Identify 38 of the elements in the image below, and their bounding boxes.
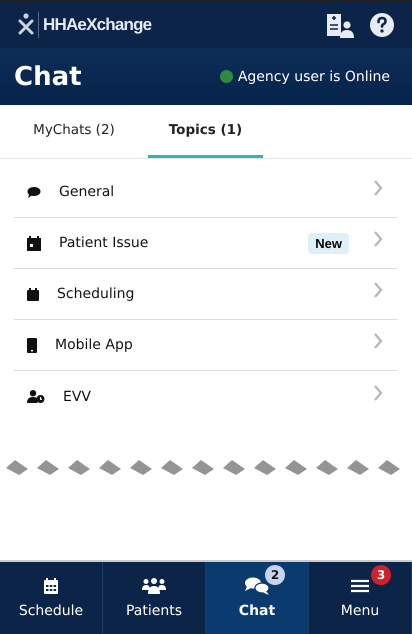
topic-label: Patient Issue	[59, 235, 150, 251]
count-badge: 3	[371, 565, 391, 585]
speech-bubble-icon	[27, 186, 41, 198]
chevron-right-icon	[373, 384, 383, 400]
nav-item[interactable]: 3 Menu	[309, 562, 412, 634]
new-badge: New	[308, 232, 349, 254]
topic-item[interactable]: Scheduling	[14, 269, 397, 320]
page-title: Chat	[14, 62, 82, 92]
nav-item[interactable]: 2 Chat	[206, 562, 309, 634]
chat-bubbles-icon	[245, 577, 269, 595]
topic-item[interactable]: General	[14, 167, 397, 218]
topic-item[interactable]: Mobile App	[14, 320, 397, 371]
menu-icon	[351, 579, 369, 593]
chevron-right-icon	[373, 180, 383, 196]
phone-icon	[27, 338, 37, 352]
help-icon[interactable]	[370, 13, 394, 37]
topic-item[interactable]: EVV	[14, 371, 397, 422]
topic-label: EVV	[63, 388, 92, 404]
user-clock-icon	[27, 390, 45, 403]
status-text: Agency user is Online	[238, 68, 390, 84]
topic-item[interactable]: Patient Issue New	[14, 218, 397, 269]
count-badge: 2	[265, 565, 285, 585]
users-icon	[142, 578, 166, 594]
topic-label: General	[59, 184, 116, 200]
chevron-right-icon	[373, 333, 383, 349]
figure-logo-icon	[18, 13, 34, 37]
calendar-icon	[27, 236, 41, 250]
chevron-right-icon	[373, 231, 383, 247]
nav-item[interactable]: Schedule	[0, 562, 103, 634]
topic-label: Mobile App	[55, 337, 134, 353]
contact-card-icon[interactable]	[326, 12, 354, 38]
calendar-icon	[44, 578, 58, 594]
chevron-right-icon	[373, 282, 383, 298]
logo-text: HHAeXchange	[43, 15, 152, 35]
topic-label: Scheduling	[57, 286, 136, 302]
calendar-icon	[27, 288, 39, 300]
tab[interactable]: Topics (1)	[148, 105, 263, 158]
tab[interactable]: MyChats (2)	[14, 105, 134, 158]
